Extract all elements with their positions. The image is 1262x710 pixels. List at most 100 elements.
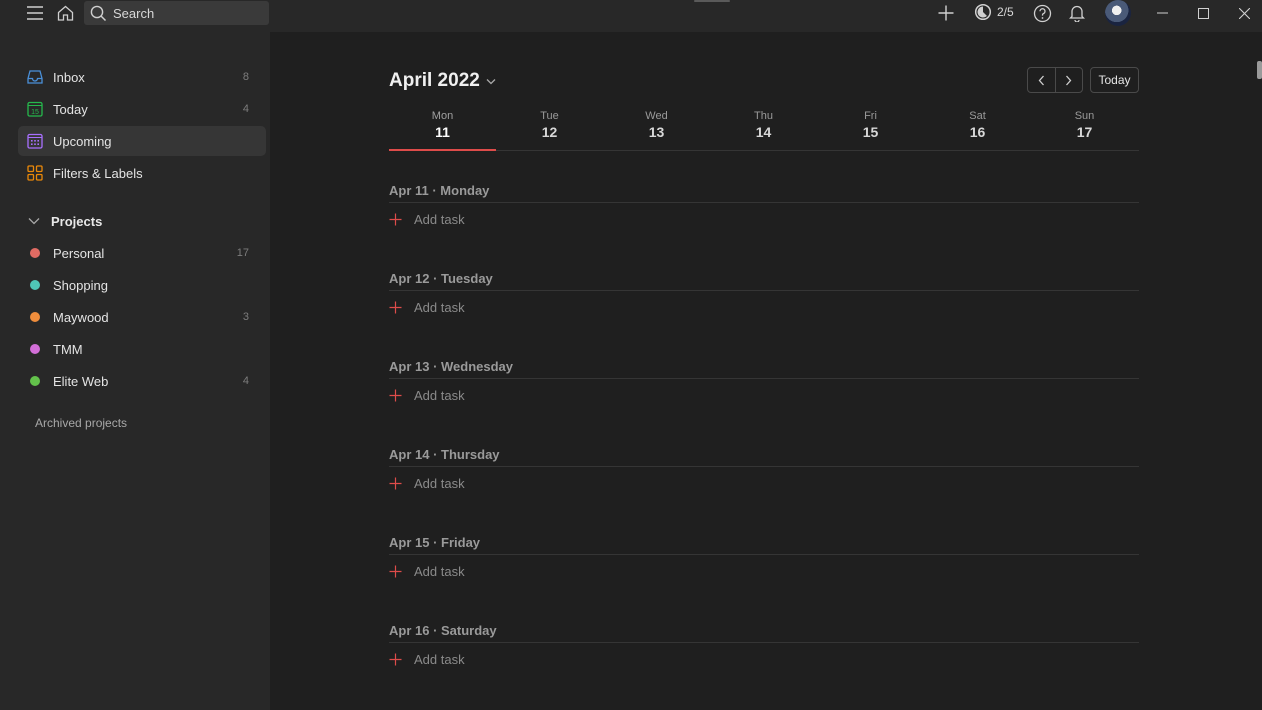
- day-mon[interactable]: Mon 11: [389, 108, 496, 151]
- day-section: Apr 15 · Friday Add task: [389, 532, 1139, 581]
- productivity-icon: [974, 3, 992, 21]
- add-task-label: Add task: [414, 475, 465, 491]
- project-item-personal[interactable]: Personal 17: [18, 238, 266, 268]
- add-task-label: Add task: [414, 299, 465, 315]
- add-task-label: Add task: [414, 651, 465, 667]
- add-task-label: Add task: [414, 563, 465, 579]
- next-week-button[interactable]: [1054, 68, 1083, 92]
- day-name: Wed: [645, 110, 668, 122]
- day-fri[interactable]: Fri 15: [817, 108, 924, 150]
- sidebar-item-label: Inbox: [53, 69, 85, 85]
- avatar[interactable]: [1105, 0, 1131, 26]
- day-thu[interactable]: Thu 14: [710, 108, 817, 150]
- add-task-button[interactable]: Add task: [389, 473, 1139, 493]
- calendar-icon: [27, 133, 43, 149]
- sidebar-item-label: Upcoming: [53, 133, 112, 149]
- plus-icon: [389, 213, 402, 226]
- day-sun[interactable]: Sun 17: [1031, 108, 1138, 150]
- day-tue[interactable]: Tue 12: [496, 108, 603, 150]
- productivity-button[interactable]: 2/5: [974, 3, 1014, 21]
- sidebar-item-filters-labels[interactable]: Filters & Labels: [18, 158, 266, 188]
- sidebar-item-inbox[interactable]: Inbox 8: [18, 62, 266, 92]
- add-task-label: Add task: [414, 387, 465, 403]
- sidebar-item-today[interactable]: 15 Today 4: [18, 94, 266, 124]
- minimize-icon[interactable]: [1142, 0, 1182, 26]
- menu-icon[interactable]: [22, 0, 48, 26]
- day-name: Mon: [431, 110, 454, 122]
- day-number: 13: [648, 124, 665, 140]
- scrollbar[interactable]: [1257, 61, 1262, 79]
- project-color-dot: [30, 248, 40, 258]
- close-icon[interactable]: [1224, 0, 1262, 26]
- sidebar-item-label: Today: [53, 101, 88, 117]
- add-task-button[interactable]: Add task: [389, 297, 1139, 317]
- chevron-right-icon: [1066, 75, 1072, 85]
- day-sat[interactable]: Sat 16: [924, 108, 1031, 150]
- sidebar: Inbox 8 15 Today 4 Upcoming Filters & La…: [0, 32, 270, 710]
- project-item-tmm[interactable]: TMM: [18, 334, 266, 364]
- project-label: TMM: [53, 341, 83, 357]
- month-picker[interactable]: April 2022: [389, 70, 496, 92]
- plus-icon: [389, 565, 402, 578]
- day-name: Fri: [864, 110, 877, 122]
- projects-header[interactable]: Projects: [18, 210, 266, 232]
- previous-week-button[interactable]: [1028, 68, 1055, 92]
- project-label: Shopping: [53, 277, 108, 293]
- day-name: Thu: [754, 110, 773, 122]
- today-icon: 15: [27, 101, 43, 117]
- filters-icon: [27, 165, 43, 181]
- productivity-count: 2/5: [997, 5, 1014, 19]
- day-section-header: Apr 13 · Wednesday: [389, 356, 1139, 379]
- project-color-dot: [30, 312, 40, 322]
- add-task-label: Add task: [414, 211, 465, 227]
- day-section-header: Apr 14 · Thursday: [389, 444, 1139, 467]
- day-number: 14: [755, 124, 772, 140]
- search-icon: [90, 5, 107, 22]
- sidebar-item-upcoming[interactable]: Upcoming: [18, 126, 266, 156]
- help-icon[interactable]: [1029, 0, 1055, 26]
- project-count: 4: [242, 375, 249, 387]
- add-task-button[interactable]: Add task: [389, 561, 1139, 581]
- drag-handle[interactable]: [694, 0, 730, 2]
- day-number: 15: [862, 124, 879, 140]
- project-item-elite-web[interactable]: Elite Web 4: [18, 366, 266, 396]
- day-section: Apr 16 · Saturday Add task: [389, 620, 1139, 669]
- day-section: Apr 14 · Thursday Add task: [389, 444, 1139, 493]
- chevron-down-icon[interactable]: [28, 217, 40, 225]
- day-wed[interactable]: Wed 13: [603, 108, 710, 150]
- project-item-maywood[interactable]: Maywood 3: [18, 302, 266, 332]
- day-section: Apr 13 · Wednesday Add task: [389, 356, 1139, 405]
- bell-icon[interactable]: [1064, 0, 1090, 26]
- projects-heading: Projects: [51, 213, 103, 229]
- project-label: Personal: [53, 245, 105, 261]
- plus-icon[interactable]: [933, 0, 959, 26]
- add-task-button[interactable]: Add task: [389, 649, 1139, 669]
- project-count: 3: [242, 311, 249, 323]
- day-section-header: Apr 11 · Monday: [389, 180, 1139, 203]
- today-button[interactable]: Today: [1090, 67, 1139, 93]
- maximize-icon[interactable]: [1183, 0, 1223, 26]
- day-number: 17: [1076, 124, 1093, 140]
- add-task-button[interactable]: Add task: [389, 209, 1139, 229]
- day-name: Sun: [1074, 110, 1095, 122]
- day-name: Sat: [969, 110, 986, 122]
- day-section-header: Apr 12 · Tuesday: [389, 268, 1139, 291]
- plus-icon: [389, 477, 402, 490]
- sidebar-item-count: 4: [242, 103, 249, 115]
- add-task-button[interactable]: Add task: [389, 385, 1139, 405]
- project-color-dot: [30, 280, 40, 290]
- project-color-dot: [30, 344, 40, 354]
- project-count: 17: [236, 247, 249, 259]
- plus-icon: [389, 389, 402, 402]
- project-label: Elite Web: [53, 373, 109, 389]
- day-name: Tue: [540, 110, 559, 122]
- main-content: April 2022 Today Mon 11 Tue 12 Wed 13 Thu 14…: [270, 32, 1262, 710]
- plus-icon: [389, 301, 402, 314]
- search-input[interactable]: Search: [84, 1, 269, 25]
- home-icon[interactable]: [52, 0, 78, 26]
- project-item-shopping[interactable]: Shopping: [18, 270, 266, 300]
- day-number: 11: [435, 124, 450, 140]
- day-section: Apr 11 · Monday Add task: [389, 180, 1139, 229]
- day-number: 16: [969, 124, 986, 140]
- archived-projects-link[interactable]: Archived projects: [35, 416, 127, 430]
